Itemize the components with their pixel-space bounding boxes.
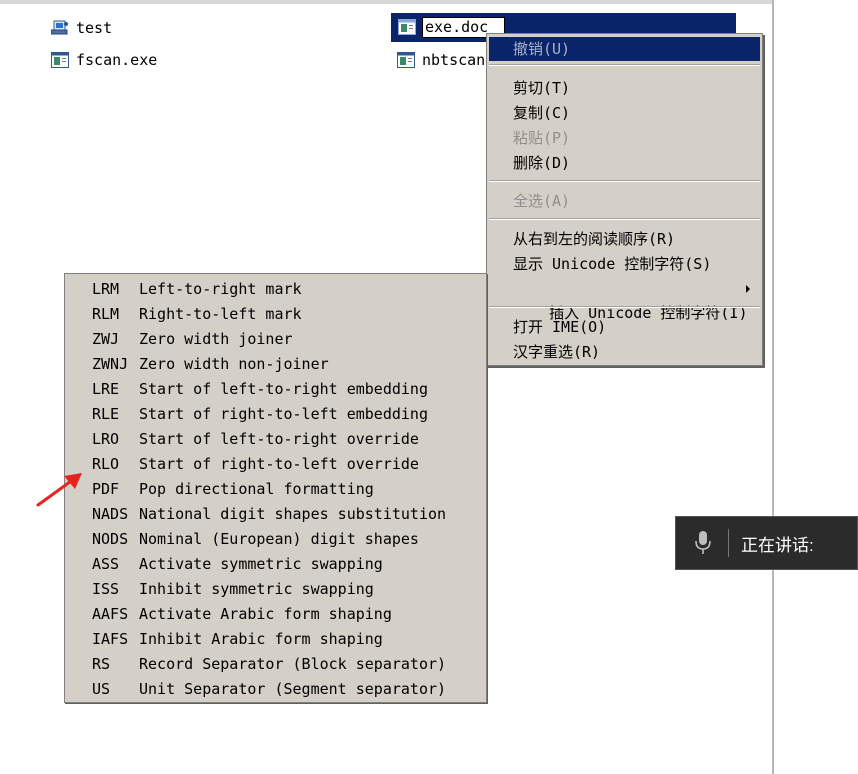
user-folder-icon xyxy=(50,20,69,36)
unicode-code: ZWNJ xyxy=(92,355,129,373)
context-menu: 撤销(U) 剪切(T) 复制(C) 粘贴(P) 删除(D) 全选(A) 从右到左… xyxy=(486,33,763,366)
menu-item-delete[interactable]: 删除(D) xyxy=(489,151,760,175)
unicode-submenu: LRM Left-to-right mark RLM Right-to-left m… xyxy=(64,273,487,703)
unicode-item-rlo[interactable]: RLO Start of right-to-left override xyxy=(92,452,419,477)
menu-item-reconvert[interactable]: 汉字重选(R) xyxy=(489,340,760,364)
menu-separator xyxy=(489,218,760,220)
unicode-item-nads[interactable]: NADS National digit shapes substitution xyxy=(92,502,446,527)
unicode-code: LRO xyxy=(92,430,120,448)
unicode-desc: Start of left-to-right embedding xyxy=(139,380,428,398)
unicode-item-zwnj[interactable]: ZWNJ Zero width non-joiner xyxy=(92,352,329,377)
menu-item-undo[interactable]: 撤销(U) xyxy=(489,37,760,61)
file-label: fscan.exe xyxy=(76,51,158,69)
red-arrow-icon xyxy=(36,473,82,507)
unicode-desc: National digit shapes substitution xyxy=(139,505,447,523)
file-item-fscan[interactable]: fscan.exe xyxy=(51,49,157,71)
file-item-test[interactable]: test xyxy=(50,17,113,39)
unicode-desc: Activate symmetric swapping xyxy=(139,555,383,573)
menu-item-copy[interactable]: 复制(C) xyxy=(489,101,760,125)
unicode-item-rlm[interactable]: RLM Right-to-left mark xyxy=(92,302,302,327)
unicode-item-iafs[interactable]: IAFS Inhibit Arabic form shaping xyxy=(92,627,383,652)
file-label: test xyxy=(76,19,113,37)
app-window-icon xyxy=(397,52,415,68)
unicode-code: ZWJ xyxy=(92,330,120,348)
menu-item-insert-unicode[interactable]: 插入 Unicode 控制字符(I) xyxy=(489,277,760,322)
unicode-code: LRM xyxy=(92,280,120,298)
unicode-desc: Record Separator (Block separator) xyxy=(139,655,447,673)
unicode-code: ISS xyxy=(92,580,120,598)
unicode-item-us[interactable]: US Unit Separator (Segment separator) xyxy=(92,677,446,702)
right-side-panel xyxy=(772,0,858,774)
unicode-desc: Pop directional formatting xyxy=(139,480,374,498)
unicode-code: RLO xyxy=(92,455,120,473)
unicode-item-aafs[interactable]: AAFS Activate Arabic form shaping xyxy=(92,602,392,627)
unicode-item-ass[interactable]: ASS Activate symmetric swapping xyxy=(92,552,383,577)
unicode-item-lro[interactable]: LRO Start of left-to-right override xyxy=(92,427,419,452)
unicode-desc: Zero width joiner xyxy=(139,330,293,348)
unicode-code: LRE xyxy=(92,380,120,398)
unicode-code: NADS xyxy=(92,505,129,523)
unicode-code: IAFS xyxy=(92,630,129,648)
speaking-label: 正在讲话: xyxy=(741,535,814,555)
unicode-code: RLE xyxy=(92,405,120,423)
app-window-icon xyxy=(398,19,416,35)
unicode-item-lre[interactable]: LRE Start of left-to-right embedding xyxy=(92,377,428,402)
menu-separator xyxy=(489,306,760,308)
unicode-desc: Start of right-to-left embedding xyxy=(139,405,428,423)
menu-item-show-unicode[interactable]: 显示 Unicode 控制字符(S) xyxy=(489,252,760,276)
unicode-code: US xyxy=(92,680,111,698)
unicode-desc: Start of right-to-left override xyxy=(139,455,419,473)
unicode-code: AAFS xyxy=(92,605,129,623)
unicode-desc: Inhibit Arabic form shaping xyxy=(139,630,383,648)
unicode-item-zwj[interactable]: ZWJ Zero width joiner xyxy=(92,327,293,352)
unicode-item-lrm[interactable]: LRM Left-to-right mark xyxy=(92,277,302,302)
tooltip-divider xyxy=(728,529,729,557)
unicode-item-iss[interactable]: ISS Inhibit symmetric swapping xyxy=(92,577,374,602)
microphone-icon xyxy=(694,530,712,556)
unicode-code: NODS xyxy=(92,530,129,548)
unicode-desc: Start of left-to-right override xyxy=(139,430,419,448)
menu-item-cut[interactable]: 剪切(T) xyxy=(489,76,760,100)
submenu-arrow-icon xyxy=(746,285,750,293)
unicode-desc: Unit Separator (Segment separator) xyxy=(139,680,447,698)
unicode-item-rle[interactable]: RLE Start of right-to-left embedding xyxy=(92,402,428,427)
menu-separator xyxy=(489,64,760,66)
unicode-desc: Zero width non-joiner xyxy=(139,355,329,373)
file-label: nbtscan xyxy=(422,51,486,69)
window-top-edge xyxy=(0,0,772,4)
unicode-code: RS xyxy=(92,655,111,673)
app-window-icon xyxy=(51,52,69,68)
menu-item-select-all[interactable]: 全选(A) xyxy=(489,189,760,213)
unicode-desc: Left-to-right mark xyxy=(139,280,302,298)
unicode-desc: Nominal (European) digit shapes xyxy=(139,530,419,548)
unicode-item-rs[interactable]: RS Record Separator (Block separator) xyxy=(92,652,446,677)
unicode-code: RLM xyxy=(92,305,120,323)
unicode-code: PDF xyxy=(92,480,120,498)
menu-item-open-ime[interactable]: 打开 IME(O) xyxy=(489,315,760,339)
unicode-desc: Inhibit symmetric swapping xyxy=(139,580,374,598)
menu-item-rtl-reading[interactable]: 从右到左的阅读顺序(R) xyxy=(489,227,760,251)
unicode-item-pdf[interactable]: PDF Pop directional formatting xyxy=(92,477,374,502)
unicode-desc: Right-to-left mark xyxy=(139,305,302,323)
voice-input-tooltip: 正在讲话: xyxy=(675,516,858,570)
unicode-item-nods[interactable]: NODS Nominal (European) digit shapes xyxy=(92,527,419,552)
menu-separator xyxy=(489,180,760,182)
rename-text: exe.doc xyxy=(425,18,489,36)
file-item-nbtscan[interactable]: nbtscan xyxy=(397,49,485,71)
unicode-desc: Activate Arabic form shaping xyxy=(139,605,392,623)
menu-item-paste[interactable]: 粘贴(P) xyxy=(489,126,760,150)
unicode-code: ASS xyxy=(92,555,120,573)
